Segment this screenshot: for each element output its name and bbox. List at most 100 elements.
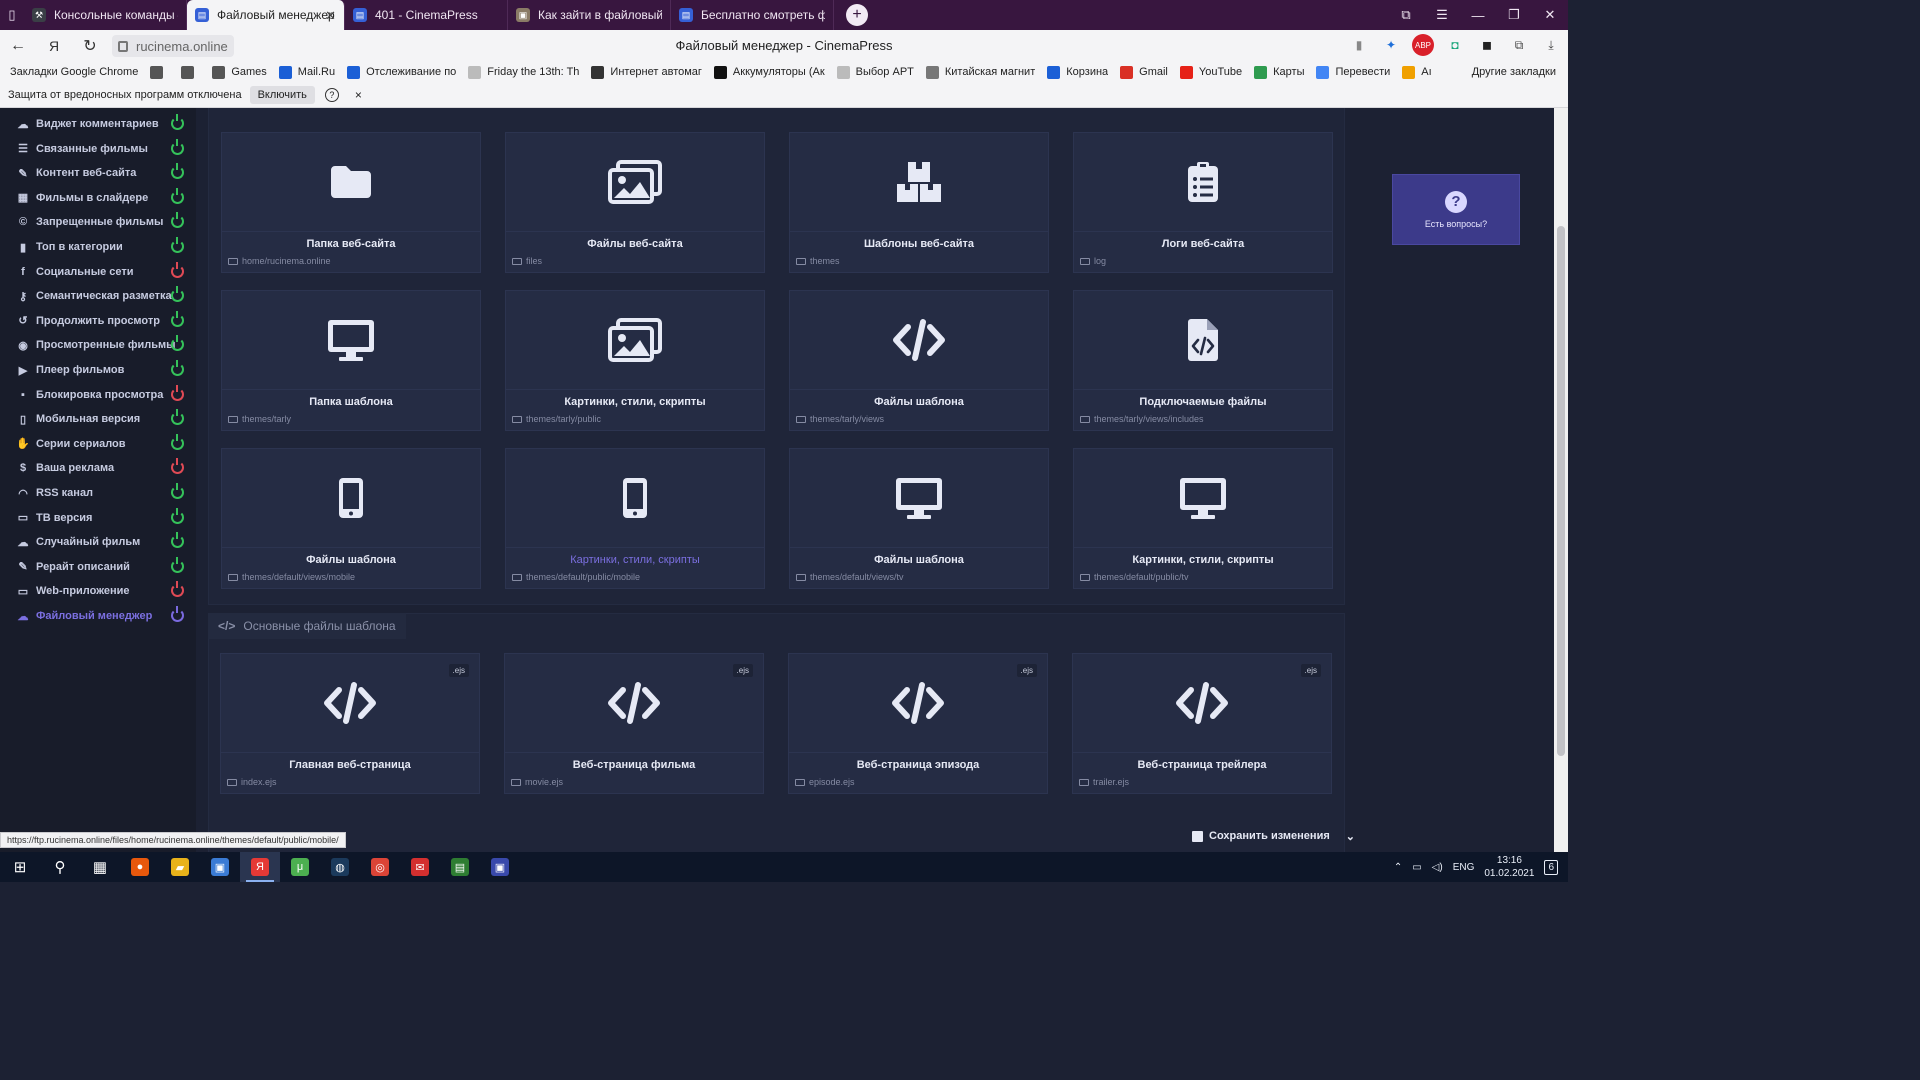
power-toggle-icon[interactable] — [171, 458, 184, 475]
file-card[interactable]: Логи веб-сайта log — [1073, 132, 1333, 273]
sidebar-item[interactable]: f Социальные сети — [0, 260, 196, 284]
bookmark-item[interactable]: Карты — [1254, 65, 1304, 79]
reload-icon[interactable]: ↻ — [72, 30, 108, 62]
bookmark-item[interactable]: Отслеживание по — [347, 65, 456, 79]
tray-expand-icon[interactable]: ⌃ — [1394, 862, 1402, 873]
file-card[interactable]: Файлы шаблона themes/default/views/tv — [789, 448, 1049, 589]
sidebar-item[interactable]: © Запрещенные фильмы — [0, 210, 196, 234]
power-toggle-icon[interactable] — [171, 163, 184, 180]
help-button[interactable]: ? Есть вопросы? — [1392, 174, 1520, 245]
file-card[interactable]: Картинки, стили, скрипты themes/default/p… — [1073, 448, 1333, 589]
spreadsheet-icon[interactable]: ▤ — [440, 852, 480, 882]
download-icon[interactable]: ⤓ — [1540, 34, 1562, 56]
power-toggle-icon[interactable] — [171, 606, 184, 622]
sidebar-item[interactable]: ▮ Топ в категории — [0, 235, 196, 259]
close-tab-icon[interactable]: ✕ — [325, 8, 336, 24]
bookmark-item[interactable]: Gmail — [1120, 65, 1168, 79]
volume-icon[interactable]: ◁) — [1432, 862, 1443, 873]
sidebar-item[interactable]: ▦ Фильмы в слайдере — [0, 186, 196, 210]
bookmark-item[interactable]: Корзина — [1047, 65, 1108, 79]
file-card[interactable]: Картинки, стили, скрипты themes/tarly/pub… — [505, 290, 765, 431]
bookmark-item[interactable]: Games — [212, 65, 267, 79]
bookmark-item[interactable]: Mail.Ru — [278, 65, 335, 79]
bookmark-item[interactable]: Перевести — [1316, 65, 1390, 79]
power-toggle-icon[interactable] — [171, 212, 184, 229]
minimize-icon[interactable]: — — [1460, 0, 1496, 30]
new-tab-button[interactable]: + — [846, 4, 868, 26]
tab-list-icon[interactable]: ▯ — [0, 0, 24, 30]
browser-tab[interactable]: ▤ Файловый менеджер - C✕ — [187, 0, 345, 30]
power-toggle-icon[interactable] — [171, 310, 184, 327]
chevron-down-icon[interactable]: ⌄ — [1346, 830, 1355, 843]
search-icon[interactable]: ⚲ — [40, 852, 80, 882]
sidebar-item[interactable]: ⚷ Семантическая разметка — [0, 284, 196, 308]
file-explorer-icon[interactable]: ▰ — [160, 852, 200, 882]
language-indicator[interactable]: ENG — [1453, 862, 1475, 873]
save-changes-button[interactable]: Сохранить изменения ⌄ — [1192, 826, 1355, 846]
network-icon[interactable]: ▭ — [1412, 862, 1421, 873]
sidebar-item[interactable]: ▪ Блокировка просмотра — [0, 383, 196, 407]
file-card[interactable]: .ejs Главная веб-страница index.ejs — [220, 653, 480, 794]
extension-dark-icon[interactable]: ◼ — [1476, 34, 1498, 56]
power-toggle-icon[interactable] — [171, 507, 184, 524]
browser-tab[interactable]: ⚒ Консольные команды — Г — [24, 0, 187, 30]
app-orange-icon[interactable]: ● — [120, 852, 160, 882]
file-card[interactable]: Шаблоны веб-сайта themes — [789, 132, 1049, 273]
bookmark-item[interactable]: Friday the 13th: Th — [468, 65, 579, 79]
sidebar-item[interactable]: ▯ Мобильная версия — [0, 407, 196, 431]
sidebar-item[interactable]: ✎ Рерайт описаний — [0, 555, 196, 579]
power-toggle-icon[interactable] — [171, 532, 184, 549]
url-field[interactable]: rucinema.online — [112, 35, 234, 57]
bookmark-item[interactable]: Аккумуляторы (Ак — [713, 65, 825, 79]
power-toggle-icon[interactable] — [171, 360, 184, 376]
scrollbar-thumb[interactable] — [1557, 226, 1565, 756]
bookmark-item[interactable]: Китайская магнит — [925, 65, 1035, 79]
extension-green-icon[interactable]: ◘ — [1444, 34, 1466, 56]
sidebar-item[interactable]: ✎ Контент веб-сайта — [0, 161, 196, 185]
sidebar-item[interactable]: ☰ Связанные фильмы — [0, 137, 196, 161]
sidebar-item[interactable]: ▭ Web-приложение — [0, 579, 196, 603]
sidebar-item[interactable]: ◉ Просмотренные фильмы — [0, 333, 196, 357]
other-bookmarks[interactable]: Другие закладки — [1472, 66, 1556, 78]
bookmark-item[interactable] — [150, 65, 169, 79]
file-card[interactable]: Папка шаблона themes/tarly — [221, 290, 481, 431]
task-view-icon[interactable]: ▦ — [80, 852, 120, 882]
menu-icon[interactable]: ☰ — [1424, 0, 1460, 30]
sidebar-item[interactable]: ✋ Серии сериалов — [0, 432, 196, 456]
extension-blue-icon[interactable]: ✦ — [1380, 34, 1402, 56]
file-card[interactable]: .ejs Веб-страница трейлера trailer.ejs — [1072, 653, 1332, 794]
power-toggle-icon[interactable] — [171, 581, 184, 598]
puzzle-icon[interactable]: ⧉ — [1508, 34, 1530, 56]
close-window-icon[interactable]: ✕ — [1532, 0, 1568, 30]
power-toggle-icon[interactable] — [171, 138, 184, 155]
sidebar-item[interactable]: ↺ Продолжить просмотр — [0, 309, 196, 333]
page-scrollbar[interactable] — [1554, 108, 1568, 852]
bookmark-item[interactable]: Aı — [1402, 65, 1432, 79]
utorrent-icon[interactable]: μ — [280, 852, 320, 882]
sidebar-item[interactable]: ▶ Плеер фильмов — [0, 358, 196, 382]
yandex-browser-icon[interactable]: Я — [240, 852, 280, 882]
bookmark-item[interactable]: Выбор APT — [836, 65, 914, 79]
power-toggle-icon[interactable] — [171, 114, 184, 130]
notifications-icon[interactable]: 6 — [1544, 859, 1558, 875]
steam-icon[interactable]: ◍ — [320, 852, 360, 882]
power-toggle-icon[interactable] — [171, 286, 184, 303]
power-toggle-icon[interactable] — [171, 384, 184, 401]
adblock-icon[interactable]: ABP — [1412, 34, 1434, 56]
enable-protection-button[interactable]: Включить — [249, 85, 315, 104]
sidebar-item[interactable]: ▭ ТВ версия — [0, 506, 196, 530]
help-icon[interactable]: ? — [324, 87, 339, 102]
file-card[interactable]: Файлы веб-сайта files — [505, 132, 765, 273]
chrome-icon[interactable]: ◎ — [360, 852, 400, 882]
power-toggle-icon[interactable] — [171, 261, 184, 278]
file-card[interactable]: .ejs Веб-страница фильма movie.ejs — [504, 653, 764, 794]
browser-tab[interactable]: ▣ Как зайти в файловый ме — [508, 0, 671, 30]
bookmark-item[interactable]: Закладки Google Chrome — [10, 66, 138, 78]
mail-icon[interactable]: ✉ — [400, 852, 440, 882]
file-card[interactable]: Картинки, стили, скрипты themes/default/p… — [505, 448, 765, 589]
sidebar-item[interactable]: $ Ваша реклама — [0, 456, 196, 480]
file-card[interactable]: Файлы шаблона themes/tarly/views — [789, 290, 1049, 431]
power-toggle-icon[interactable] — [171, 187, 184, 204]
bookmark-item[interactable] — [181, 65, 200, 79]
bookmark-item[interactable]: Интернет автомаг — [591, 65, 702, 79]
